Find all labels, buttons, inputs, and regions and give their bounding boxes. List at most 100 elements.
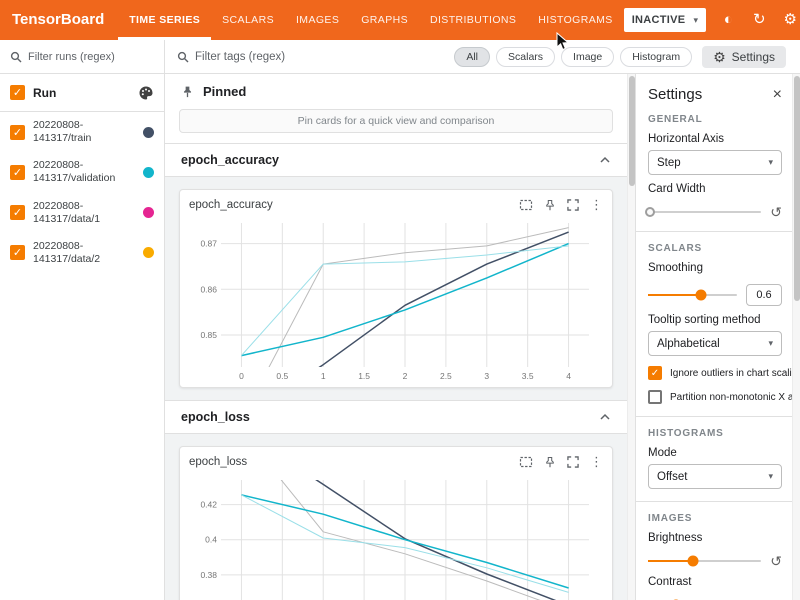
chevron-up-icon[interactable] <box>599 155 611 165</box>
app-title: TensorBoard <box>0 0 118 40</box>
partition-x-label: Partition non-monotonic X axis <box>670 392 800 403</box>
histogram-mode-select[interactable]: Offset ▾ <box>648 464 782 489</box>
pin-card-icon[interactable] <box>544 456 556 469</box>
ignore-outliers-row: ✓ Ignore outliers in chart scaling <box>648 366 782 380</box>
tab-histograms[interactable]: HISTOGRAMS <box>527 0 623 40</box>
smoothing-label: Smoothing <box>648 262 782 274</box>
tab-graphs[interactable]: GRAPHS <box>350 0 419 40</box>
card-width-slider[interactable] <box>648 211 761 213</box>
palette-icon[interactable] <box>138 85 154 101</box>
reset-icon[interactable]: ↺ <box>770 554 782 568</box>
run-row-validation[interactable]: ✓ 20220808-141317/validation <box>0 152 164 192</box>
run-color-dot[interactable] <box>143 127 154 138</box>
fit-to-data-icon[interactable] <box>519 199 533 211</box>
settings-scrollbar-thumb[interactable] <box>794 76 800 301</box>
settings-title: Settings <box>648 86 702 103</box>
run-checkbox[interactable]: ✓ <box>10 245 25 260</box>
tab-distributions[interactable]: DISTRIBUTIONS <box>419 0 527 40</box>
select-all-runs-checkbox[interactable]: ✓ <box>10 85 25 100</box>
settings-button[interactable]: ⚙ Settings <box>702 46 786 68</box>
svg-text:3: 3 <box>484 371 489 381</box>
slider-thumb[interactable] <box>696 290 707 301</box>
reload-status-dropdown[interactable]: INACTIVE ▾ <box>624 8 707 32</box>
svg-text:1: 1 <box>321 371 326 381</box>
ignore-outliers-checkbox[interactable]: ✓ <box>648 366 662 380</box>
ignore-outliers-label: Ignore outliers in chart scaling <box>670 368 800 379</box>
slider-fill <box>648 294 701 296</box>
svg-text:0.4: 0.4 <box>205 535 217 545</box>
settings-button-label: Settings <box>732 50 775 64</box>
section-epoch-loss[interactable]: epoch_loss <box>165 400 627 434</box>
run-row-train[interactable]: ✓ 20220808-141317/train <box>0 112 164 152</box>
contrast-label: Contrast <box>648 576 782 588</box>
topbar-actions: INACTIVE ▾ ◐ ↻ ⚙ ? <box>624 0 800 40</box>
chip-image[interactable]: Image <box>561 47 614 67</box>
run-checkbox[interactable]: ✓ <box>10 165 25 180</box>
settings-scrollbar[interactable] <box>792 74 800 600</box>
card-header: epoch_accuracy <box>189 197 603 213</box>
run-checkbox[interactable]: ✓ <box>10 205 25 220</box>
run-color-dot[interactable] <box>143 247 154 258</box>
run-color-dot[interactable] <box>143 207 154 218</box>
smoothing-slider[interactable] <box>648 294 737 296</box>
run-color-dot[interactable] <box>143 167 154 178</box>
section-epoch-accuracy[interactable]: epoch_accuracy <box>165 143 627 177</box>
filter-tags-input[interactable] <box>195 51 448 63</box>
more-options-icon[interactable]: ⋮ <box>590 197 603 213</box>
more-options-icon[interactable]: ⋮ <box>590 454 603 470</box>
run-checkbox[interactable]: ✓ <box>10 125 25 140</box>
card-title: epoch_loss <box>189 456 519 468</box>
epoch-accuracy-chart[interactable]: 00.511.522.533.540.850.860.87 <box>189 215 597 383</box>
tab-scalars[interactable]: SCALARS <box>211 0 285 40</box>
gear-icon: ⚙ <box>713 50 726 64</box>
svg-text:0.85: 0.85 <box>200 330 217 340</box>
tab-images[interactable]: IMAGES <box>285 0 350 40</box>
brightness-slider[interactable] <box>648 560 761 562</box>
card-width-row: ↺ <box>648 205 782 219</box>
fullscreen-icon[interactable] <box>567 199 579 211</box>
run-row-data-2[interactable]: ✓ 20220808-141317/data/2 <box>0 233 164 273</box>
content: ✓ Run ✓ 20220808-141317/train ✓ 20220808… <box>0 40 800 600</box>
reload-status-value: INACTIVE <box>632 14 686 26</box>
epoch-loss-chart[interactable]: 00.511.522.533.540.360.380.40.42 <box>189 472 597 600</box>
chip-histogram[interactable]: Histogram <box>620 47 692 67</box>
svg-text:2.5: 2.5 <box>440 371 452 381</box>
images-section-label: IMAGES <box>648 513 782 524</box>
settings-panel: Settings × GENERAL Horizontal Axis Step … <box>635 74 800 600</box>
run-label: 20220808-141317/data/1 <box>33 200 125 226</box>
histogram-mode-value: Offset <box>657 471 687 483</box>
smoothing-value-input[interactable] <box>746 284 782 306</box>
svg-text:0.86: 0.86 <box>200 284 217 294</box>
run-label: 20220808-141317/validation <box>33 159 125 185</box>
main-split: Pinned Pin cards for a quick view and co… <box>165 74 800 600</box>
top-bar: TensorBoard TIME SERIES SCALARS IMAGES G… <box>0 0 800 40</box>
tag-filter-chips: All Scalars Image Histogram <box>454 47 692 67</box>
partition-x-checkbox[interactable] <box>648 390 662 404</box>
horizontal-axis-label: Horizontal Axis <box>648 133 782 145</box>
filter-runs-box <box>0 40 164 74</box>
tooltip-sorting-select[interactable]: Alphabetical ▾ <box>648 331 782 356</box>
chip-scalars[interactable]: Scalars <box>496 47 555 67</box>
chevron-up-icon[interactable] <box>599 412 611 422</box>
slider-thumb[interactable] <box>645 207 655 217</box>
cards-scrollbar[interactable] <box>627 74 635 600</box>
reset-icon[interactable]: ↺ <box>770 205 782 219</box>
gear-icon[interactable]: ⚙ <box>781 11 799 29</box>
refresh-icon[interactable]: ↻ <box>750 11 768 29</box>
fullscreen-icon[interactable] <box>567 456 579 468</box>
chip-all[interactable]: All <box>454 47 490 67</box>
svg-text:0.87: 0.87 <box>200 239 217 249</box>
chevron-down-icon: ▾ <box>693 15 698 26</box>
filter-runs-input[interactable] <box>28 51 154 63</box>
horizontal-axis-select[interactable]: Step ▾ <box>648 150 782 175</box>
brightness-label: Brightness <box>648 532 782 544</box>
theme-toggle-icon[interactable]: ◐ <box>719 11 737 29</box>
pin-card-icon[interactable] <box>544 199 556 212</box>
tab-time-series[interactable]: TIME SERIES <box>118 0 211 40</box>
close-icon[interactable]: × <box>773 87 782 103</box>
slider-thumb[interactable] <box>688 556 699 567</box>
pinned-title: Pinned <box>203 84 246 99</box>
fit-to-data-icon[interactable] <box>519 456 533 468</box>
scalar-card-epoch-loss: epoch_loss <box>179 446 613 600</box>
run-row-data-1[interactable]: ✓ 20220808-141317/data/1 <box>0 193 164 233</box>
